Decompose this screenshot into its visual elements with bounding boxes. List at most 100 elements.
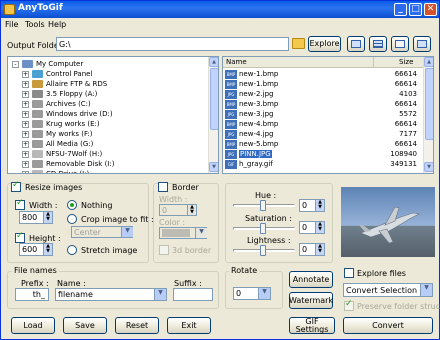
drive-icon: [32, 120, 43, 128]
reset-button[interactable]: Reset: [115, 317, 159, 334]
file-row[interactable]: GIF h_gray.gif 349131: [223, 159, 421, 170]
name-input[interactable]: filename: [55, 288, 167, 301]
expand-icon[interactable]: +: [22, 121, 29, 128]
menu-help[interactable]: Help: [48, 20, 66, 29]
close-button[interactable]: ✕: [424, 3, 437, 16]
view-thumbnails-icon[interactable]: [347, 36, 365, 52]
image-file-icon: BMP: [225, 80, 237, 89]
name-label: Name :: [57, 279, 86, 288]
saturation-value: 0: [302, 223, 308, 232]
output-folder-input[interactable]: G:\: [56, 37, 289, 51]
lightness-spinner-icon[interactable]: ▲ ▼: [315, 244, 324, 255]
scroll-up-icon[interactable]: ▲: [424, 57, 433, 67]
explore-button[interactable]: Explore: [308, 36, 341, 52]
tree-item-label: Allaire FTP & RDS: [46, 80, 108, 88]
save-button[interactable]: Save: [63, 317, 107, 334]
maximize-button[interactable]: □: [409, 3, 422, 16]
expand-icon[interactable]: +: [22, 161, 29, 168]
load-button[interactable]: Load: [11, 317, 55, 334]
border-width-spinner-icon[interactable]: ▲ ▼: [187, 205, 196, 215]
watermark-button[interactable]: Watermark: [289, 292, 333, 309]
lightness-label: Lightness :: [247, 236, 291, 245]
file-size: 66614: [394, 70, 417, 78]
folder-icon[interactable]: [292, 38, 305, 49]
stretch-radio[interactable]: [67, 245, 77, 255]
scroll-down-icon[interactable]: ▼: [424, 162, 433, 172]
tree-item-label: My works (F:): [46, 130, 93, 138]
expand-icon[interactable]: +: [22, 171, 29, 173]
file-name: new-1.bmp: [239, 70, 279, 78]
3d-border-checkbox[interactable]: [159, 245, 169, 255]
folder-tree[interactable]: - My Computer + Control Panel + Allaire FTP &…: [7, 56, 219, 174]
view-list-icon[interactable]: [413, 36, 431, 52]
suffix-label: Suffix :: [174, 279, 202, 288]
menu-tools[interactable]: Tools: [25, 20, 45, 29]
image-file-icon: BMP: [225, 140, 237, 149]
explore-files-checkbox[interactable]: [344, 268, 354, 278]
view-details-icon[interactable]: [369, 36, 387, 52]
crop-radio[interactable]: [67, 214, 77, 224]
scroll-thumb[interactable]: [210, 68, 218, 130]
preserve-folder-checkbox[interactable]: [344, 299, 354, 311]
convert-button[interactable]: Convert: [343, 317, 433, 334]
tree-scrollbar[interactable]: ▲ ▼: [208, 57, 218, 173]
image-file-icon: JPG: [225, 130, 237, 139]
scroll-up-icon[interactable]: ▲: [209, 57, 218, 67]
annotate-button[interactable]: Annotate: [289, 271, 333, 288]
scroll-down-icon[interactable]: ▼: [209, 162, 218, 172]
scroll-thumb[interactable]: [425, 68, 433, 140]
dropdown-arrow-icon[interactable]: ▼: [195, 228, 207, 238]
expand-icon[interactable]: +: [22, 81, 29, 88]
dropdown-arrow-icon[interactable]: ▼: [258, 288, 270, 299]
expand-icon[interactable]: +: [22, 151, 29, 158]
collapse-icon[interactable]: -: [12, 61, 19, 68]
dropdown-arrow-icon[interactable]: ▼: [121, 227, 133, 237]
height-checkbox[interactable]: [15, 231, 25, 243]
drive-icon: [32, 160, 43, 168]
expand-icon[interactable]: +: [22, 141, 29, 148]
nothing-radio[interactable]: [67, 200, 77, 210]
resize-images-checkbox[interactable]: [11, 180, 21, 192]
expand-icon[interactable]: +: [22, 111, 29, 118]
hue-spinner-icon[interactable]: ▲ ▼: [315, 200, 324, 211]
width-spinner-icon[interactable]: ▲ ▼: [43, 212, 52, 223]
menu-file[interactable]: File: [5, 20, 18, 29]
exit-button[interactable]: Exit: [167, 317, 211, 334]
dropdown-arrow-icon[interactable]: ▼: [420, 284, 432, 296]
prefix-input[interactable]: th_: [15, 288, 49, 301]
minimize-button[interactable]: _: [394, 3, 407, 16]
view-preview-icon[interactable]: [391, 36, 409, 52]
convert-selection-value: Convert Selection: [346, 285, 418, 295]
saturation-slider-thumb[interactable]: [260, 223, 266, 234]
column-name[interactable]: Name: [226, 58, 247, 66]
cd-icon: [32, 150, 43, 158]
tree-item-label: My Computer: [36, 60, 84, 68]
filenames-group-label: File names: [12, 266, 59, 275]
file-name: new-2.jpg: [239, 90, 274, 98]
column-size[interactable]: Size: [399, 58, 413, 66]
expand-icon[interactable]: +: [22, 71, 29, 78]
height-spinner-icon[interactable]: ▲ ▼: [43, 244, 52, 255]
column-divider: [373, 57, 374, 68]
dropdown-arrow-icon[interactable]: ▼: [154, 289, 166, 300]
file-list[interactable]: Name Size BMP new-1.bmp 66614 BMP new-1.bmp 6…: [222, 56, 434, 174]
width-checkbox[interactable]: [15, 198, 25, 210]
gif-settings-button[interactable]: GIF Settings: [289, 317, 335, 334]
3d-border-label: 3d border: [172, 246, 212, 255]
expand-icon[interactable]: +: [22, 91, 29, 98]
border-width-label: Width :: [159, 195, 188, 204]
tree-item-label: NFSU-7Wolf (H:): [46, 150, 103, 158]
lightness-slider-thumb[interactable]: [260, 245, 266, 256]
hue-slider-thumb[interactable]: [260, 200, 266, 211]
expand-icon[interactable]: +: [22, 131, 29, 138]
file-size: 66614: [394, 140, 417, 148]
file-name: new-4.jpg: [239, 130, 274, 138]
expand-icon[interactable]: +: [22, 101, 29, 108]
prefix-label: Prefix :: [21, 279, 49, 288]
border-checkbox[interactable]: [158, 182, 168, 192]
saturation-spinner-icon[interactable]: ▲ ▼: [315, 222, 324, 233]
file-name: PINN.JPG: [239, 150, 272, 158]
file-scrollbar[interactable]: ▲ ▼: [423, 57, 433, 173]
suffix-input[interactable]: [173, 288, 213, 301]
file-size: 66614: [394, 120, 417, 128]
